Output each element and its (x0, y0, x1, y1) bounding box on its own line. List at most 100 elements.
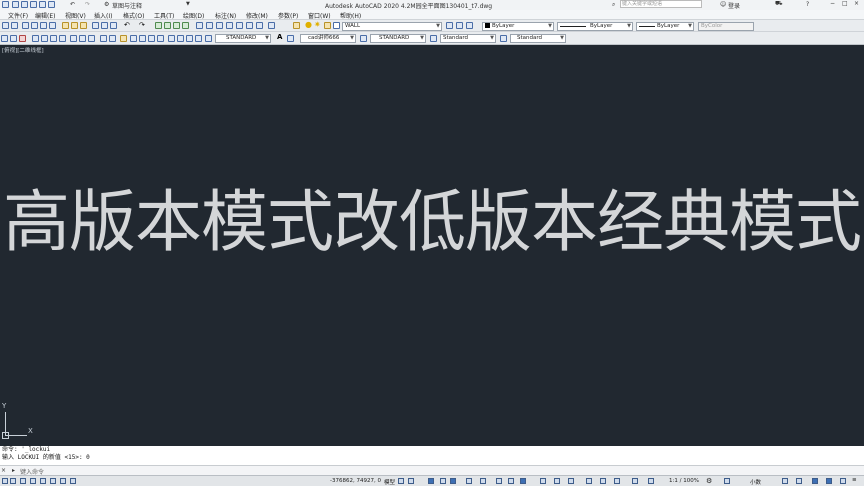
text-tool-icon[interactable] (120, 34, 127, 42)
lock-icon[interactable] (324, 22, 331, 29)
diameter-dim-icon[interactable] (139, 34, 146, 42)
plot-icon[interactable] (48, 1, 55, 8)
layer-icon[interactable] (256, 22, 263, 29)
visual-style-dropdown[interactable]: Standard ▼ (510, 34, 566, 43)
markup-icon[interactable] (236, 22, 243, 29)
menu-tools[interactable]: 工具(T) (154, 11, 174, 20)
open-file-icon[interactable] (11, 22, 18, 29)
layout1-icon[interactable] (30, 478, 36, 484)
object-snap-icon[interactable] (480, 478, 486, 484)
quick-properties-icon[interactable] (782, 478, 788, 484)
radius-dim-icon[interactable] (130, 34, 137, 42)
menu-file[interactable]: 文件(F) (8, 11, 28, 20)
sheet-set-icon[interactable] (226, 22, 233, 29)
3d-osnap-icon[interactable] (540, 478, 546, 484)
units-value[interactable]: 小数 (750, 478, 761, 486)
layer-dropdown[interactable]: WALL ▼ (342, 21, 442, 31)
new-icon[interactable] (12, 1, 19, 8)
lock-ui-icon[interactable] (796, 478, 802, 484)
command-input[interactable]: 键入命令 (20, 467, 860, 476)
copy-icon[interactable] (71, 22, 78, 29)
selection-filter-icon[interactable] (568, 478, 574, 484)
menu-help[interactable]: 帮助(H) (340, 11, 361, 20)
menu-format[interactable]: 格式(O) (123, 11, 144, 20)
search-input[interactable]: 键入关键字或短语 (620, 0, 702, 8)
mleader-style-dropdown[interactable]: Standard ▼ (440, 34, 496, 43)
plotstyle-dropdown[interactable]: ByColor (698, 21, 754, 31)
dim-style-dropdown[interactable]: STANDARD ▼ (215, 34, 271, 43)
layout4-icon[interactable] (60, 478, 66, 484)
text-style-dropdown[interactable]: cad讲师666 ▼ (300, 34, 356, 43)
aligned-dim-icon[interactable] (88, 34, 95, 42)
maximize-icon[interactable]: □ (842, 0, 848, 7)
layout2-icon[interactable] (40, 478, 46, 484)
polyline-tool-icon[interactable] (10, 34, 17, 42)
cart-icon[interactable]: ⛟ (775, 0, 783, 8)
snap-icon[interactable] (408, 478, 414, 484)
table-style-manager-icon[interactable] (430, 34, 437, 42)
zoom-window-icon[interactable] (173, 22, 180, 29)
ellipse-tool-icon[interactable] (70, 34, 77, 42)
layout-add-icon[interactable] (20, 478, 26, 484)
annotation-monitor-icon[interactable] (724, 478, 730, 484)
open-icon[interactable] (21, 1, 28, 8)
object-snap-tracking-icon[interactable] (466, 478, 472, 484)
isodraft-icon[interactable] (450, 478, 456, 484)
linear-dim-icon[interactable] (79, 34, 86, 42)
paste-icon[interactable] (80, 22, 87, 29)
graphics-performance-icon[interactable] (826, 478, 832, 484)
tool-palettes-icon[interactable] (216, 22, 223, 29)
center-mark-icon[interactable] (186, 34, 193, 42)
insert-block-icon[interactable] (110, 22, 117, 29)
model-space-button[interactable]: 模型 (384, 478, 395, 486)
minimize-icon[interactable]: − (830, 0, 835, 7)
dim-style-manager-icon[interactable] (360, 34, 367, 42)
coordinate-readout[interactable]: -376862, 74927, 0 (330, 478, 381, 484)
dynamic-ucs-icon[interactable] (554, 478, 560, 484)
plot-preview-icon[interactable] (40, 22, 47, 29)
redo-icon[interactable]: ↷ (85, 1, 90, 8)
cut-icon[interactable] (62, 22, 69, 29)
mleader-style-manager-icon[interactable] (500, 34, 507, 42)
selection-cycling-icon[interactable] (520, 478, 526, 484)
polar-icon[interactable] (440, 478, 446, 484)
make-current-layer-icon[interactable] (446, 22, 453, 29)
save-as-icon[interactable] (39, 1, 46, 8)
rectangle-tool-icon[interactable] (32, 34, 39, 42)
annotation-visibility-icon[interactable] (600, 478, 606, 484)
isolate-objects-icon[interactable] (812, 478, 818, 484)
layer-previous-icon[interactable] (456, 22, 463, 29)
command-close-icon[interactable]: × (1, 467, 6, 474)
line-tool-icon[interactable] (1, 34, 8, 42)
workspace-gear-icon[interactable]: ⚙ (104, 1, 109, 8)
zoom-previous-icon[interactable] (182, 22, 189, 29)
polygon-tool-icon[interactable] (19, 34, 26, 42)
dim-edit-icon[interactable] (195, 34, 202, 42)
clean-screen-icon[interactable] (840, 478, 846, 484)
plot-file-icon[interactable] (31, 22, 38, 29)
toolbar-redo-icon[interactable]: ↷ (139, 21, 145, 29)
workspace-selector[interactable]: 草图与注释 (112, 1, 142, 10)
menu-draw[interactable]: 绘图(D) (183, 11, 204, 20)
wrench-icon[interactable] (70, 478, 76, 484)
toolbar-help-icon[interactable] (268, 22, 275, 29)
transparency-icon[interactable] (508, 478, 514, 484)
save-icon[interactable] (30, 1, 37, 8)
login-button[interactable]: 登录 (728, 1, 740, 10)
table-style-dropdown[interactable]: STANDARD ▼ (370, 34, 426, 43)
gizmo-icon[interactable] (586, 478, 592, 484)
toolbar-undo-icon[interactable]: ↶ (124, 21, 130, 29)
menu-dimension[interactable]: 标注(N) (215, 11, 236, 20)
dim-update-icon[interactable] (205, 34, 212, 42)
workspace-switch-icon[interactable]: ⚙ (706, 477, 712, 485)
annotation-scale-icon[interactable] (632, 478, 638, 484)
lightbulb-icon[interactable]: ● (305, 20, 312, 29)
baseline-dim-icon[interactable] (100, 34, 107, 42)
save-file-icon[interactable] (22, 22, 29, 29)
help-icon[interactable]: ? (806, 1, 809, 8)
annotation-scale-value[interactable]: 1:1 / 100% (669, 478, 699, 484)
lineweight-dropdown[interactable]: ByLayer ▼ (636, 21, 694, 31)
new-file-icon[interactable] (2, 22, 9, 29)
continue-dim-icon[interactable] (109, 34, 116, 42)
angular-dim-icon[interactable] (148, 34, 155, 42)
